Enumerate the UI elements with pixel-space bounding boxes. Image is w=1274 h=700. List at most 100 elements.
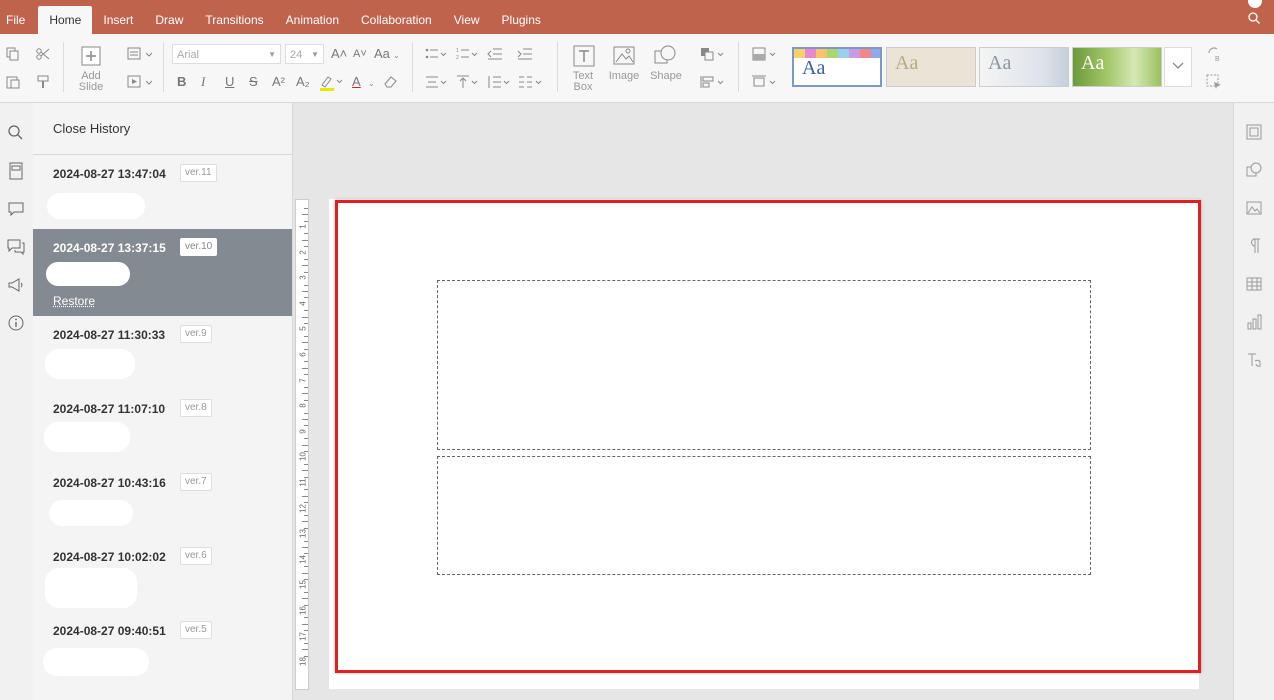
author-redacted (44, 422, 130, 452)
slide-canvas[interactable] (329, 199, 1199, 689)
slideshow-icon[interactable] (127, 75, 153, 89)
menu-transitions[interactable]: Transitions (194, 6, 274, 34)
line-spacing-icon[interactable] (487, 75, 511, 89)
clear-formatting-icon[interactable] (383, 75, 399, 89)
version-item[interactable]: 2024-08-27 09:40:51 ver.5 (33, 612, 292, 686)
font-size-select[interactable]: 24 ▼ (285, 44, 324, 64)
theme-option-3[interactable]: Aa (979, 47, 1069, 87)
version-item[interactable]: 2024-08-27 10:43:16 ver.7 (33, 464, 292, 538)
chevron-down-icon[interactable]: ⌄ (393, 48, 400, 64)
user-avatar[interactable] (1248, 0, 1262, 8)
paragraph-settings-icon[interactable] (1246, 238, 1262, 254)
search-icon[interactable] (6, 123, 26, 143)
copy-icon[interactable] (6, 47, 20, 61)
bullet-list-icon[interactable] (425, 47, 449, 61)
decrease-indent-icon[interactable] (487, 47, 503, 61)
slide-size-icon[interactable] (752, 75, 780, 89)
menu-view[interactable]: View (443, 6, 491, 34)
menu-animation[interactable]: Animation (275, 6, 350, 34)
image-label[interactable]: Image (603, 71, 645, 82)
shape-label[interactable]: Shape (645, 71, 687, 82)
version-date: 2024-08-27 09:40:51 (53, 624, 166, 638)
cut-icon[interactable] (36, 47, 50, 61)
left-sidebar (0, 103, 34, 700)
layout-icon[interactable] (127, 47, 153, 61)
text-box-label[interactable]: Text Box (565, 71, 601, 93)
image-settings-icon[interactable] (1246, 200, 1262, 216)
restore-link[interactable]: Restore (53, 294, 95, 308)
shape-settings-icon[interactable] (1246, 162, 1262, 178)
background-icon[interactable] (752, 47, 780, 61)
author-redacted (43, 648, 149, 676)
numbered-list-icon[interactable]: 12 (456, 47, 480, 61)
format-painter-icon[interactable] (36, 75, 50, 89)
font-name-select[interactable]: Arial ▼ (172, 44, 281, 64)
version-item[interactable]: 2024-08-27 11:07:10 ver.8 (33, 390, 292, 464)
version-item[interactable]: 2024-08-27 13:47:04 ver.11 (33, 155, 292, 229)
version-item[interactable]: 2024-08-27 11:30:33 ver.9 (33, 316, 292, 390)
menu-plugins[interactable]: Plugins (491, 6, 552, 34)
slide-settings-icon[interactable] (1246, 124, 1262, 140)
select-icon[interactable] (1206, 74, 1222, 90)
menu-insert[interactable]: Insert (92, 6, 144, 34)
superscript-button[interactable]: A² (272, 74, 285, 90)
add-slide-label[interactable]: Add Slide (70, 71, 112, 93)
highlight-color-icon[interactable] (319, 74, 343, 92)
subscript-button[interactable]: A₂ (296, 74, 310, 90)
italic-button[interactable]: I (201, 74, 205, 90)
bold-button[interactable]: B (177, 74, 186, 90)
align-shapes-icon[interactable] (700, 75, 726, 89)
theme-option-1[interactable]: Aa (792, 47, 882, 87)
shape-icon[interactable] (654, 45, 676, 67)
increase-indent-icon[interactable] (517, 47, 533, 61)
increase-font-icon[interactable]: A˄ (331, 46, 347, 62)
comments-icon[interactable] (6, 199, 26, 219)
version-item-selected[interactable]: 2024-08-27 13:37:15 ver.10 Restore (33, 229, 292, 316)
menu-file[interactable]: File (0, 6, 38, 34)
replace-icon[interactable]: B (1206, 46, 1222, 62)
chat-icon[interactable] (6, 237, 26, 257)
title-placeholder[interactable] (437, 280, 1091, 450)
menu-draw[interactable]: Draw (144, 6, 194, 34)
image-icon[interactable] (613, 45, 635, 67)
chart-settings-icon[interactable] (1246, 314, 1262, 330)
ruler-label: 4 (298, 301, 308, 306)
version-badge: ver.10 (180, 238, 218, 256)
text-box-icon[interactable] (573, 45, 595, 67)
vertical-align-icon[interactable] (456, 75, 480, 89)
ruler-tick (302, 239, 308, 241)
menu-home[interactable]: Home (38, 6, 93, 34)
ruler-tick (304, 399, 308, 401)
subtitle-placeholder[interactable] (437, 456, 1091, 575)
ruler-tick (304, 515, 308, 516)
change-case-icon[interactable]: Aa (374, 46, 390, 62)
close-history-button[interactable]: Close History (33, 103, 292, 155)
search-icon[interactable] (1248, 12, 1260, 24)
columns-icon[interactable] (518, 75, 544, 89)
theme-option-4[interactable]: Aa (1072, 47, 1162, 87)
ruler-label: 5 (298, 326, 308, 332)
chevron-down-icon[interactable]: ⌄ (368, 76, 375, 92)
announcement-icon[interactable] (6, 275, 26, 295)
version-item[interactable]: 2024-08-27 10:02:02 ver.6 (33, 538, 292, 612)
table-settings-icon[interactable] (1246, 276, 1262, 292)
theme-option-2[interactable]: Aa (886, 47, 976, 87)
menu-collaboration[interactable]: Collaboration (350, 6, 443, 34)
text-art-settings-icon[interactable] (1246, 352, 1262, 368)
info-icon[interactable] (6, 313, 26, 333)
arrange-icon[interactable] (700, 47, 726, 61)
ruler-tick (304, 566, 308, 568)
author-redacted (46, 262, 130, 286)
ruler-tick (304, 412, 308, 414)
more-themes-button[interactable] (1164, 47, 1192, 87)
strikethrough-button[interactable]: S (249, 74, 258, 90)
font-color-button[interactable]: A (352, 74, 361, 90)
align-center-icon[interactable] (425, 75, 449, 89)
slides-icon[interactable] (6, 161, 26, 181)
underline-button[interactable]: U (225, 74, 234, 90)
ruler-tick (304, 617, 308, 619)
ruler-tick (304, 387, 308, 388)
paste-icon[interactable] (6, 75, 20, 89)
add-slide-icon[interactable] (81, 46, 101, 66)
decrease-font-icon[interactable]: A˅ (353, 46, 367, 62)
